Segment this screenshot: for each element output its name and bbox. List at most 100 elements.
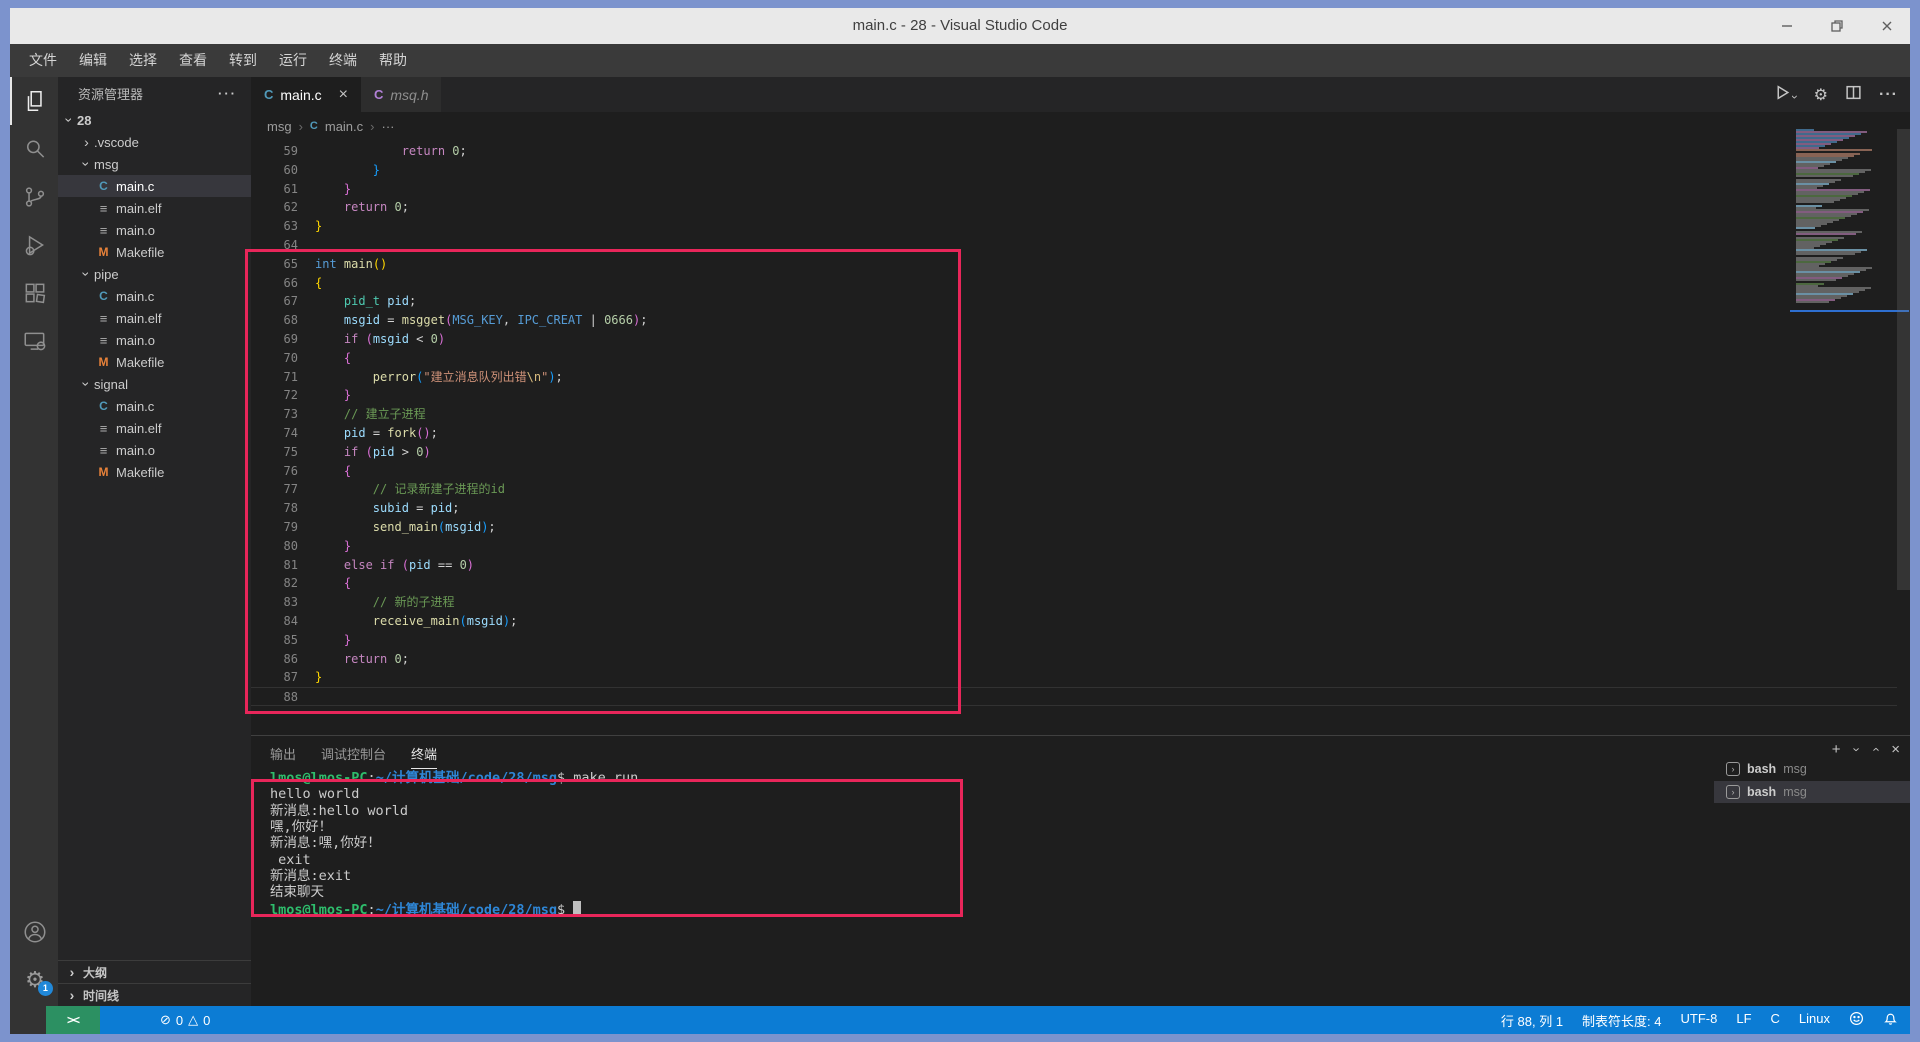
- code-line-76[interactable]: 76 {: [251, 462, 1897, 481]
- menu-item-5[interactable]: 转到: [218, 44, 268, 77]
- account-icon[interactable]: [10, 908, 58, 956]
- restore-button[interactable]: [1828, 17, 1846, 35]
- menu-item-6[interactable]: 运行: [268, 44, 318, 77]
- tree-file-main.c[interactable]: Cmain.c: [58, 285, 251, 307]
- menu-item-4[interactable]: 查看: [168, 44, 218, 77]
- tree-folder-msg[interactable]: ›msg: [58, 153, 251, 175]
- maximize-panel-icon[interactable]: ›: [1868, 747, 1883, 751]
- code-line-78[interactable]: 78 subid = pid;: [251, 499, 1897, 518]
- remote-indicator[interactable]: ><: [46, 1006, 100, 1034]
- close-panel-icon[interactable]: ×: [1891, 741, 1900, 758]
- notifications-bell-icon[interactable]: [1883, 1011, 1898, 1029]
- panel-tab-输出[interactable]: 输出: [270, 744, 296, 769]
- menu-item-8[interactable]: 帮助: [368, 44, 418, 77]
- sidebar-section-1[interactable]: ›大纲: [58, 960, 251, 983]
- tree-file-main.c[interactable]: Cmain.c: [58, 395, 251, 417]
- code-line-62[interactable]: 62 return 0;: [251, 198, 1897, 217]
- tree-file-main.o[interactable]: ≡main.o: [58, 329, 251, 351]
- code-line-74[interactable]: 74 pid = fork();: [251, 424, 1897, 443]
- tab-main.c[interactable]: Cmain.c×: [251, 77, 361, 112]
- code-line-88[interactable]: 88: [251, 687, 1897, 706]
- tree-folder-.vscode[interactable]: ›.vscode: [58, 131, 251, 153]
- code-line-84[interactable]: 84 receive_main(msgid);: [251, 612, 1897, 631]
- sidebar-section-2[interactable]: ›时间线: [58, 983, 251, 1006]
- remote-explorer-icon[interactable]: [10, 317, 58, 365]
- breadcrumb-item[interactable]: msg: [267, 119, 292, 134]
- tree-file-Makefile[interactable]: MMakefile: [58, 241, 251, 263]
- code-line-60[interactable]: 60 }: [251, 161, 1897, 180]
- status-item-4[interactable]: LF: [1736, 1011, 1751, 1030]
- problems-status[interactable]: ⊘ 0 △ 0: [160, 1006, 210, 1034]
- terminal-dropdown-icon[interactable]: ›: [1849, 747, 1864, 751]
- menu-item-7[interactable]: 终端: [318, 44, 368, 77]
- terminal-session-1[interactable]: ›bashmsg: [1714, 758, 1910, 781]
- tree-folder-pipe[interactable]: ›pipe: [58, 263, 251, 285]
- editor-more-actions-icon[interactable]: ···: [1879, 86, 1898, 104]
- code-line-64[interactable]: 64: [251, 236, 1897, 255]
- tree-file-Makefile[interactable]: MMakefile: [58, 461, 251, 483]
- code-line-70[interactable]: 70 {: [251, 349, 1897, 368]
- code-line-81[interactable]: 81 else if (pid == 0): [251, 556, 1897, 575]
- menu-item-1[interactable]: 文件: [18, 44, 68, 77]
- minimize-button[interactable]: [1778, 17, 1796, 35]
- tree-file-Makefile[interactable]: MMakefile: [58, 351, 251, 373]
- tree-file-main.elf[interactable]: ≡main.elf: [58, 197, 251, 219]
- status-item-5[interactable]: C: [1771, 1011, 1780, 1030]
- status-item-6[interactable]: Linux: [1799, 1011, 1830, 1030]
- feedback-icon[interactable]: [1849, 1011, 1864, 1029]
- status-item-3[interactable]: UTF-8: [1681, 1011, 1718, 1030]
- code-line-86[interactable]: 86 return 0;: [251, 650, 1897, 669]
- minimap[interactable]: [1790, 129, 1895, 307]
- code-line-66[interactable]: 66{: [251, 274, 1897, 293]
- tab-msq.h[interactable]: Cmsq.h: [361, 77, 442, 112]
- search-icon[interactable]: [10, 125, 58, 173]
- code-line-72[interactable]: 72 }: [251, 386, 1897, 405]
- code-editor[interactable]: 59 return 0;60 }61 }62 return 0;63}6465i…: [251, 140, 1897, 735]
- explorer-icon[interactable]: [10, 77, 58, 125]
- code-line-82[interactable]: 82 {: [251, 574, 1897, 593]
- code-line-77[interactable]: 77 // 记录新建子进程的id: [251, 480, 1897, 499]
- code-line-65[interactable]: 65int main(): [251, 255, 1897, 274]
- extensions-icon[interactable]: [10, 269, 58, 317]
- status-item-1[interactable]: 行 88, 列 1: [1501, 1011, 1563, 1030]
- status-item-2[interactable]: 制表符长度: 4: [1582, 1011, 1661, 1030]
- new-terminal-icon[interactable]: +: [1832, 741, 1841, 758]
- breadcrumb-item[interactable]: main.c: [325, 119, 363, 134]
- tree-file-main.elf[interactable]: ≡main.elf: [58, 307, 251, 329]
- run-debug-icon[interactable]: [10, 221, 58, 269]
- settings-gear-icon[interactable]: ⚙1: [10, 956, 58, 1004]
- code-line-85[interactable]: 85 }: [251, 631, 1897, 650]
- code-line-87[interactable]: 87}: [251, 668, 1897, 687]
- code-line-79[interactable]: 79 send_main(msgid);: [251, 518, 1897, 537]
- close-tab-icon[interactable]: ×: [339, 86, 348, 104]
- source-control-icon[interactable]: [10, 173, 58, 221]
- code-line-80[interactable]: 80 }: [251, 537, 1897, 556]
- terminal-output[interactable]: lmos@lmos-PC:~/计算机基础/code/28/msg$ make r…: [270, 770, 638, 917]
- breadcrumb[interactable]: msg›Cmain.c›···: [251, 112, 1910, 140]
- code-line-69[interactable]: 69 if (msgid < 0): [251, 330, 1897, 349]
- scrollbar-thumb[interactable]: [1897, 129, 1910, 590]
- menu-item-2[interactable]: 编辑: [68, 44, 118, 77]
- tree-folder-28[interactable]: ›28: [58, 109, 251, 131]
- explorer-more-actions-icon[interactable]: ···: [218, 86, 237, 101]
- breadcrumb-more[interactable]: ···: [382, 119, 395, 134]
- tree-file-main.o[interactable]: ≡main.o: [58, 219, 251, 241]
- panel-tab-调试控制台[interactable]: 调试控制台: [321, 744, 386, 769]
- code-line-68[interactable]: 68 msgid = msgget(MSG_KEY, IPC_CREAT | 0…: [251, 311, 1897, 330]
- tree-file-main.o[interactable]: ≡main.o: [58, 439, 251, 461]
- code-line-75[interactable]: 75 if (pid > 0): [251, 443, 1897, 462]
- tree-file-main.c[interactable]: Cmain.c: [58, 175, 251, 197]
- tree-file-main.elf[interactable]: ≡main.elf: [58, 417, 251, 439]
- code-line-73[interactable]: 73 // 建立子进程: [251, 405, 1897, 424]
- code-line-71[interactable]: 71 perror("建立消息队列出错\n");: [251, 368, 1897, 387]
- panel-tab-终端[interactable]: 终端: [411, 744, 437, 769]
- run-file-button[interactable]: ›: [1774, 84, 1797, 106]
- editor-scrollbar[interactable]: [1897, 129, 1910, 669]
- close-button[interactable]: [1878, 17, 1896, 35]
- terminal-session-2[interactable]: ›bashmsg: [1714, 781, 1910, 804]
- code-line-61[interactable]: 61 }: [251, 180, 1897, 199]
- menu-item-3[interactable]: 选择: [118, 44, 168, 77]
- code-line-63[interactable]: 63}: [251, 217, 1897, 236]
- code-line-83[interactable]: 83 // 新的子进程: [251, 593, 1897, 612]
- split-editor-icon[interactable]: [1845, 84, 1862, 106]
